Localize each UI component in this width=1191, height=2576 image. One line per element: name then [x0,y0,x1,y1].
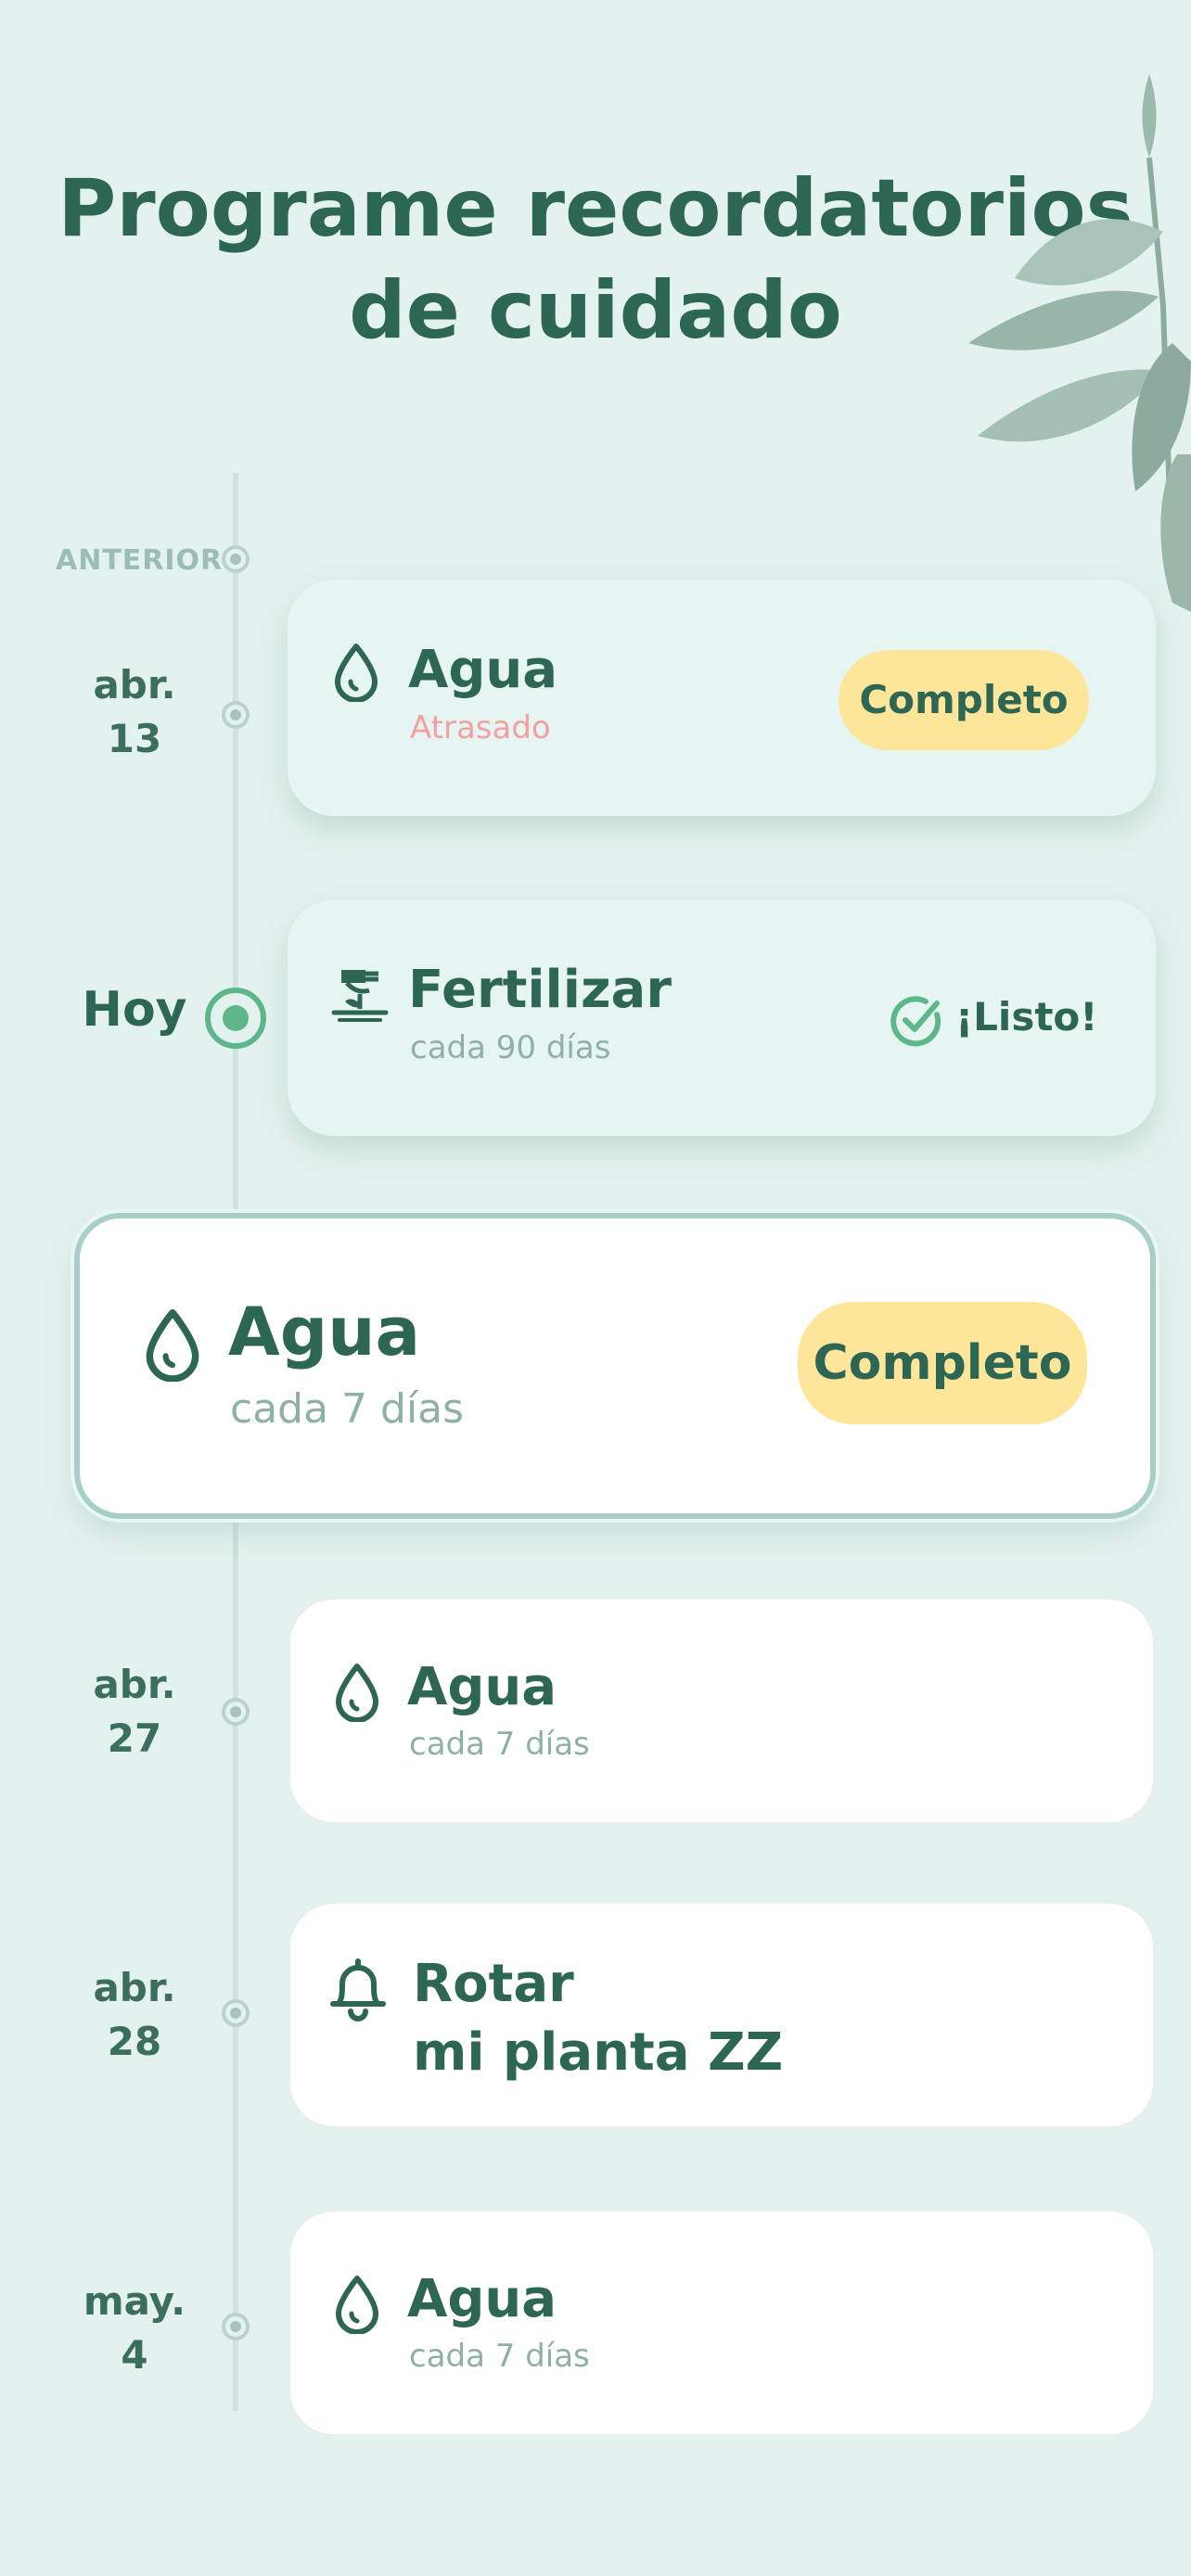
date-apr-28: abr. 28 [93,1965,176,2064]
water-drop-icon [335,644,378,702]
timeline-dot-today [205,988,266,1049]
reminder-title: Rotar mi planta ZZ [413,1954,784,2083]
water-drop-icon [336,1664,378,1722]
overdue-label: Atrasado [410,709,551,746]
frequency-label: cada 7 días [409,2338,590,2375]
reminder-title: Agua [408,640,558,700]
earlier-label: ANTERIOR [56,544,224,577]
timeline-dot [222,701,250,729]
complete-button[interactable]: Completo [798,1302,1087,1424]
reminder-card-water[interactable]: Agua cada 7 días [288,2209,1156,2437]
plant-leaves-illustration [968,74,1191,612]
fertilize-icon [331,970,389,1022]
reminder-card-fertilize[interactable]: Fertilizar cada 90 días ¡Listo! [288,899,1156,1136]
frequency-label: cada 90 días [410,1029,611,1066]
reminder-card-water-highlighted[interactable]: Agua cada 7 días Completo [74,1213,1156,1519]
reminder-card-water[interactable]: Agua cada 7 días [288,1597,1156,1825]
timeline-dot-earlier [222,545,250,573]
reminder-title: Agua [407,1657,557,1717]
date-today: Hoy [82,982,187,1038]
timeline-dot [222,1999,250,2027]
date-apr-27: abr. 27 [93,1662,176,1761]
reminder-title: Agua [228,1293,421,1371]
reminder-title: Fertilizar [408,960,672,1020]
done-status: ¡Listo! [955,994,1098,1039]
reminder-card-water-overdue[interactable]: Agua Atrasado Completo [288,580,1156,816]
frequency-label: cada 7 días [230,1385,465,1433]
frequency-label: cada 7 días [409,1726,590,1763]
reminder-title: Agua [407,2269,557,2329]
date-apr-13: abr. 13 [93,662,176,761]
water-drop-icon [336,2276,378,2334]
complete-button[interactable]: Completo [839,650,1089,750]
water-drop-icon [146,1308,199,1382]
reminder-card-rotate[interactable]: Rotar mi planta ZZ [288,1901,1156,2129]
timeline-dot [222,2313,250,2340]
timeline-dot [222,1698,250,1726]
date-may-4: may. 4 [83,2278,186,2378]
check-circle-icon [890,996,941,1047]
bell-icon [330,1958,386,2021]
